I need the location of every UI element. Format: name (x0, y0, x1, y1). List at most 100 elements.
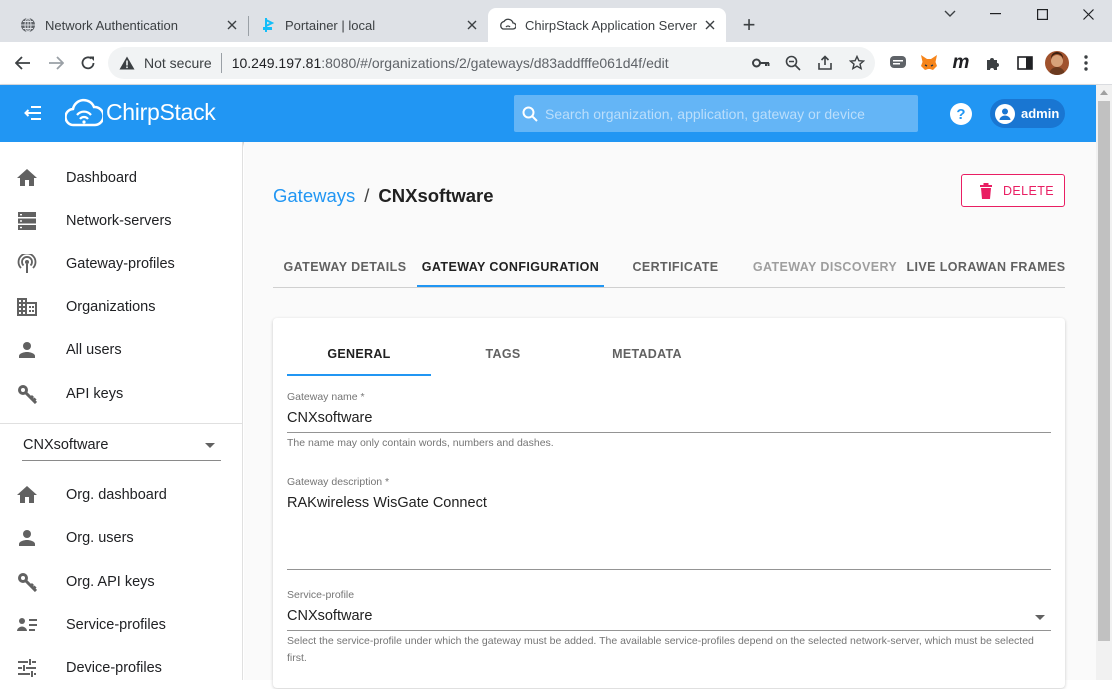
subtab-tags[interactable]: TAGS (431, 347, 575, 377)
tab-certificate[interactable]: CERTIFICATE (604, 260, 747, 290)
puzzle-icon[interactable] (983, 53, 1003, 73)
tab-divider (273, 287, 1065, 288)
app-bar: ChirpStack Search organization, applicat… (0, 85, 1096, 142)
gateway-description-underline (287, 569, 1051, 570)
sidebar-divider (0, 423, 243, 424)
sidebar-item-label: Dashboard (66, 169, 137, 186)
service-profile-label: Service-profile (287, 589, 355, 601)
chirpstack-icon (500, 17, 516, 33)
user-menu-button[interactable]: admin (990, 99, 1065, 128)
tab-gateway-details[interactable]: GATEWAY DETAILS (273, 260, 417, 290)
sidebar-item-label: Org. dashboard (66, 486, 167, 503)
tab-search-icon[interactable] (940, 6, 960, 22)
sidebar-item-label: Organizations (66, 298, 156, 315)
browser-tab-chirpstack[interactable]: ChirpStack Application Server (488, 8, 726, 42)
m-extension-icon[interactable]: m (950, 52, 972, 73)
close-tab-icon[interactable] (702, 17, 718, 33)
gateway-name-input[interactable]: CNXsoftware (287, 410, 372, 426)
organization-select[interactable]: CNXsoftware (22, 434, 221, 461)
gateway-description-label: Gateway description * (287, 476, 390, 488)
chat-extension-icon[interactable] (888, 53, 908, 73)
share-icon[interactable] (815, 54, 835, 72)
metamask-fox-icon[interactable] (918, 53, 940, 73)
domain-icon (16, 296, 38, 318)
close-tab-icon[interactable] (464, 17, 480, 33)
bookmark-star-icon[interactable] (847, 54, 867, 72)
breadcrumb-current: CNXsoftware (378, 185, 494, 206)
active-tab-indicator (417, 285, 604, 287)
back-arrow-icon[interactable] (12, 53, 34, 73)
warning-icon (119, 55, 137, 71)
menu-collapse-icon[interactable] (22, 103, 44, 123)
sidebar-item-network-servers[interactable]: Network-servers (0, 199, 243, 242)
browser-tab-portainer[interactable]: Portainer | local (240, 8, 488, 42)
sidebar-item-device-profiles[interactable]: Device-profiles (0, 646, 243, 689)
gateway-name-label: Gateway name * (287, 391, 365, 403)
delete-button[interactable]: DELETE (961, 174, 1065, 207)
tab-gateway-discovery[interactable]: GATEWAY DISCOVERY (747, 260, 903, 290)
portainer-icon (260, 17, 276, 33)
sidebar-item-service-profiles[interactable]: Service-profiles (0, 603, 243, 646)
maximize-window-icon[interactable] (1032, 6, 1052, 22)
active-subtab-indicator (287, 374, 431, 376)
browser-tab-title: ChirpStack Application Server (525, 17, 697, 33)
subtab-general[interactable]: GENERAL (287, 347, 431, 377)
service-profile-underline (287, 630, 1051, 631)
sidebar-item-org-users[interactable]: Org. users (0, 516, 243, 559)
gateway-name-underline (287, 432, 1051, 433)
sidebar-item-org-api-keys[interactable]: Org. API keys (0, 560, 243, 603)
page-scrollbar[interactable] (1096, 85, 1112, 680)
scrollbar-thumb[interactable] (1098, 101, 1110, 641)
browser-menu-icon[interactable] (1078, 53, 1094, 73)
sidebar-item-organizations[interactable]: Organizations (0, 285, 243, 328)
url-path: :8080/#/organizations/2/gateways/d83addf… (321, 55, 669, 71)
chirpstack-logo-icon (64, 98, 104, 128)
close-window-icon[interactable] (1078, 6, 1098, 22)
global-search-bar[interactable]: Search organization, application, gatewa… (514, 95, 918, 132)
sidebar-item-org-dashboard[interactable]: Org. dashboard (0, 473, 243, 516)
minimize-window-icon[interactable] (985, 6, 1005, 22)
breadcrumb-link-gateways[interactable]: Gateways (273, 185, 355, 207)
sidebar-item-gateway-profiles[interactable]: Gateway-profiles (0, 242, 243, 285)
tune-icon (16, 657, 38, 679)
new-tab-button[interactable]: + (738, 12, 760, 37)
security-status[interactable]: Not secure (144, 55, 212, 71)
search-input[interactable]: Search organization, application, gatewa… (545, 106, 865, 122)
subtab-metadata[interactable]: METADATA (575, 347, 719, 377)
service-profile-help: Select the service-profile under which t… (287, 635, 1034, 664)
account-details-icon (16, 614, 38, 636)
tab-live-lorawan-frames[interactable]: LIVE LORAWAN FRAMES (903, 260, 1069, 290)
key-icon (16, 571, 38, 593)
user-name: admin (1021, 106, 1060, 121)
browser-tab-network-authentication[interactable]: Network Authentication (0, 8, 248, 42)
zoom-icon[interactable] (783, 54, 803, 72)
side-panel-icon[interactable] (1015, 53, 1035, 73)
gateway-description-input[interactable]: RAKwireless WisGate Connect (287, 495, 487, 511)
sidebar-item-all-users[interactable]: All users (0, 328, 243, 371)
breadcrumb: Gateways / CNXsoftware (273, 185, 494, 207)
key-icon[interactable] (751, 54, 771, 72)
breadcrumb-separator: / (364, 185, 370, 206)
scroll-up-arrow-icon[interactable] (1100, 90, 1108, 95)
server-icon (16, 210, 38, 232)
user-icon (16, 527, 38, 549)
reload-icon[interactable] (77, 53, 99, 73)
profile-avatar[interactable] (1045, 51, 1069, 75)
browser-tab-title: Network Authentication (45, 17, 178, 33)
sidebar-item-label: Network-servers (66, 212, 172, 229)
service-profile-select[interactable]: CNXsoftware (287, 608, 372, 624)
sidebar-item-dashboard[interactable]: Dashboard (0, 156, 243, 199)
url-host: 10.249.197.81 (231, 55, 322, 71)
main-content: Gateways / CNXsoftware DELETE GATEWAY DE… (244, 142, 1096, 688)
sidebar-item-api-keys[interactable]: API keys (0, 372, 243, 415)
help-icon[interactable]: ? (950, 103, 972, 125)
dropdown-arrow-icon[interactable] (1035, 615, 1045, 620)
forward-arrow-icon[interactable] (45, 53, 67, 73)
close-tab-icon[interactable] (224, 17, 240, 33)
brand-name[interactable]: ChirpStack (106, 99, 216, 126)
sidebar-item-label: Org. API keys (66, 573, 155, 590)
sidebar-item-label: Service-profiles (66, 616, 166, 633)
sidebar: Dashboard Network-servers Gateway-profil… (0, 142, 243, 680)
browser-tab-strip: Network Authentication Portainer | local… (0, 0, 1112, 42)
globe-icon (20, 17, 36, 33)
